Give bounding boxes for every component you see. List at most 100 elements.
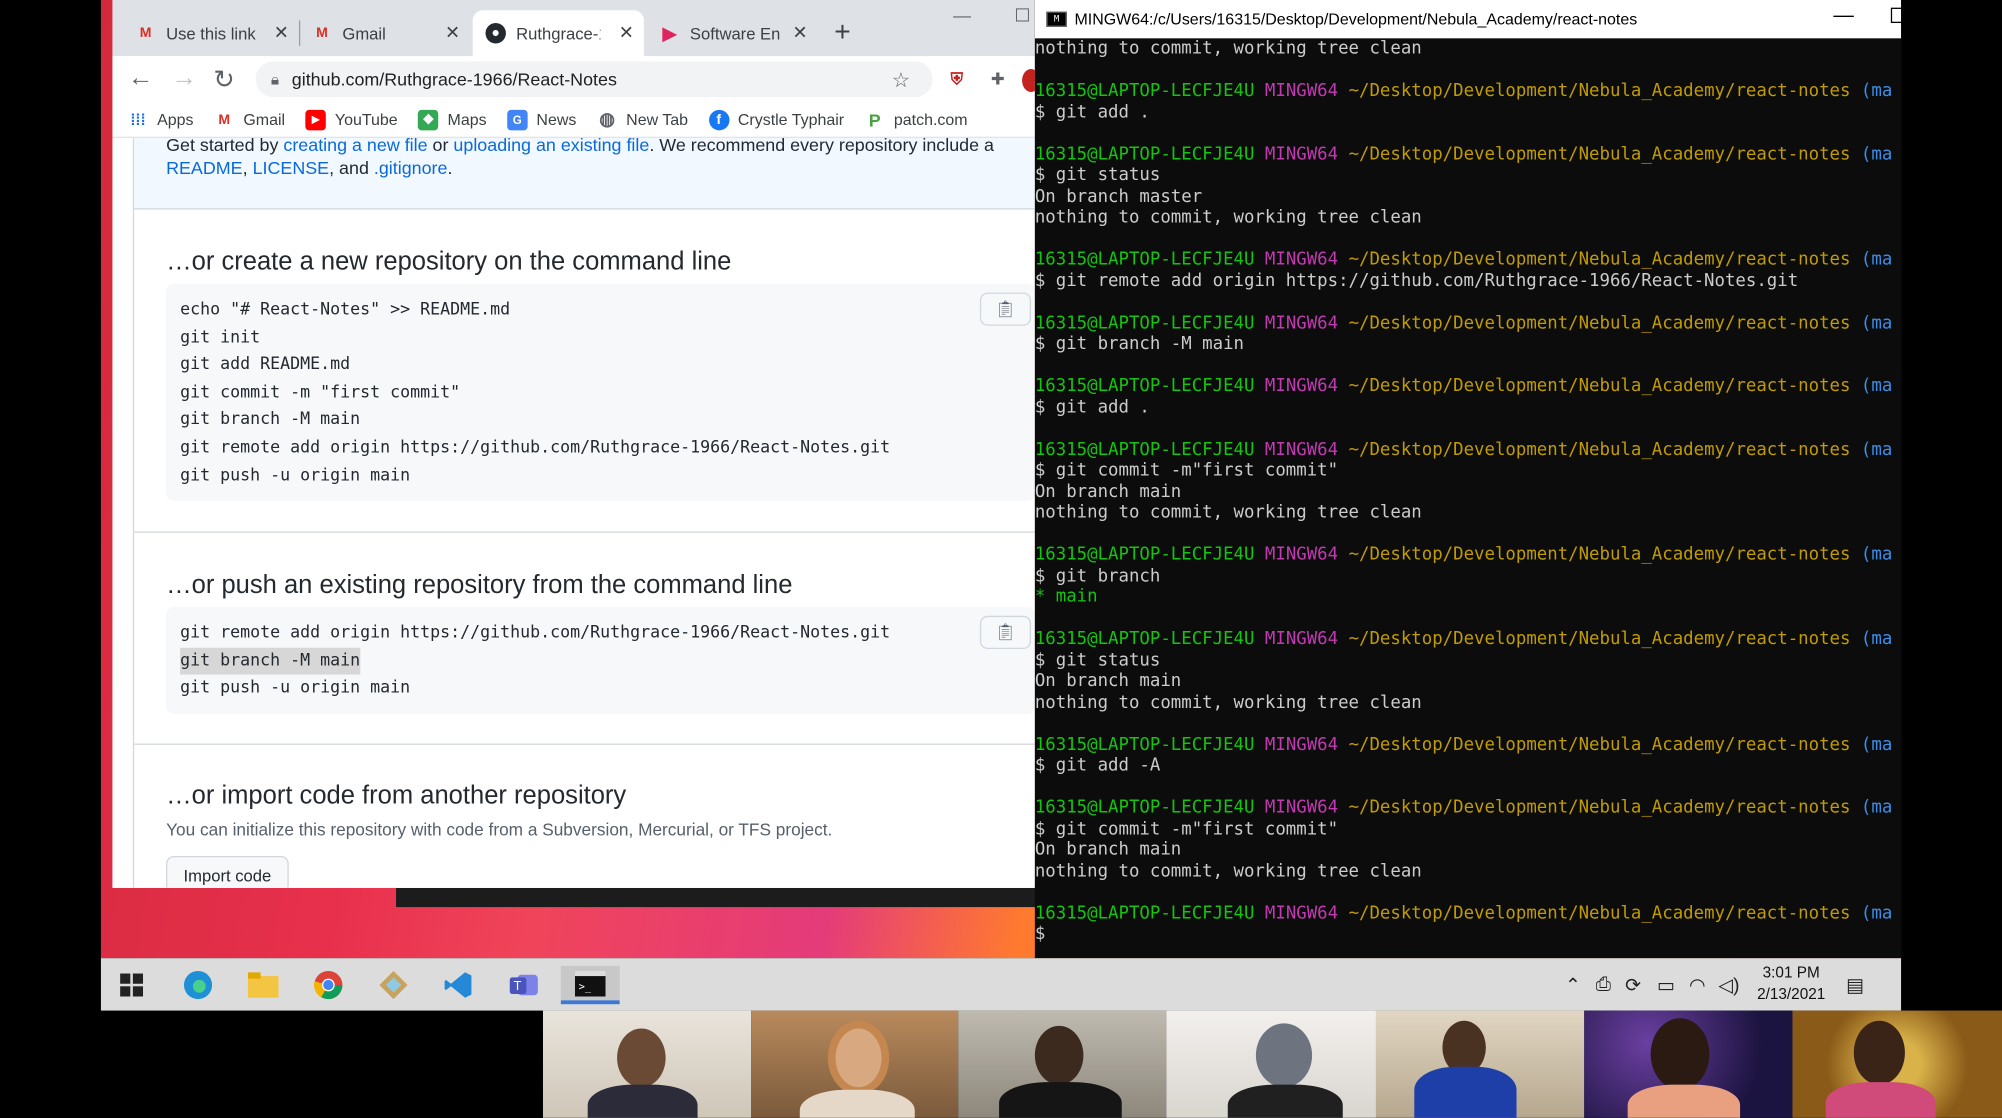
prompt-branch: (ma xyxy=(1860,733,1893,755)
file-explorer-icon[interactable] xyxy=(238,966,289,1004)
create-new-file-link[interactable]: creating a new file xyxy=(283,138,427,155)
code-line: git push -u origin main xyxy=(180,465,411,485)
terminal-command: $ git add . xyxy=(1034,396,1150,418)
close-tab-icon[interactable]: ✕ xyxy=(445,22,460,44)
facebook-icon: f xyxy=(708,109,729,130)
code-line-row: git push -u origin main xyxy=(180,462,1021,490)
extension-shield-icon[interactable]: ⛨ xyxy=(945,69,968,92)
chevron-up-icon[interactable]: ⌃ xyxy=(1565,974,1581,997)
maximize-icon[interactable] xyxy=(1890,7,1902,23)
code-line-row: git remote add origin https://github.com… xyxy=(180,434,1021,462)
code-line: git init xyxy=(180,327,261,347)
upload-file-link[interactable]: uploading an existing file xyxy=(453,138,649,155)
terminal-prompt: 16315@LAPTOP-LECFJE4U MINGW64 ~/Desktop/… xyxy=(1035,376,1901,397)
prompt-user: 16315@LAPTOP-LECFJE4U xyxy=(1034,544,1255,565)
import-code-button[interactable]: Import code xyxy=(166,855,289,888)
bookmark-label: Gmail xyxy=(243,110,286,129)
maximize-icon[interactable]: ☐ xyxy=(1014,5,1030,27)
prompt-user: 16315@LAPTOP-LECFJE4U xyxy=(1034,375,1255,397)
tab-title: Use this link xyxy=(166,23,256,43)
chrome-icon[interactable] xyxy=(303,966,354,1004)
import-section: …or import code from another repository … xyxy=(134,745,1035,888)
wifi-icon[interactable]: ◠ xyxy=(1689,974,1706,997)
gmail-icon: M xyxy=(218,111,231,128)
back-button[interactable]: ← xyxy=(128,64,154,93)
tab-github-active[interactable]: ● Ruthgrace-1 ✕ xyxy=(472,10,644,57)
quick-setup-intro: Get started by creating a new file or up… xyxy=(134,137,1035,210)
participant-head xyxy=(827,1020,890,1095)
extensions-puzzle-icon[interactable]: ✚ xyxy=(986,69,1009,92)
code-line: echo "# React-Notes" >> README.md xyxy=(180,300,511,320)
meet-now-icon[interactable]: ⎙ xyxy=(1596,974,1611,996)
code-lines: echo "# React-Notes" >> README.md git ini… xyxy=(180,296,1021,489)
terminal-output-line: nothing to commit, working tree clean xyxy=(1034,38,1422,59)
update-icon[interactable]: ⟳ xyxy=(1625,974,1641,997)
bookmark-youtube[interactable]: ▶ YouTube xyxy=(305,109,398,130)
terminal-output[interactable]: nothing to commit, working tree clean 163… xyxy=(1035,38,1901,944)
git-kraken-icon[interactable] xyxy=(368,966,419,1004)
prompt-user: 16315@LAPTOP-LECFJE4U xyxy=(1034,902,1255,924)
readme-link[interactable]: README xyxy=(166,157,243,177)
bookmark-news[interactable]: G News xyxy=(507,109,576,130)
vscode-icon[interactable] xyxy=(433,966,484,1004)
address-bar[interactable]: 🔒︎ github.com/Ruthgrace-1966/React-Notes xyxy=(255,61,933,98)
new-tab-button[interactable]: + xyxy=(834,15,850,48)
code-line-row: git branch -M main xyxy=(180,407,1021,435)
intro-sep: , and xyxy=(329,157,374,178)
edge-icon[interactable] xyxy=(172,966,223,1004)
prompt-path: ~/Desktop/Development/Nebula_Academy/rea… xyxy=(1348,733,1851,755)
reload-button[interactable]: ↻ xyxy=(213,64,234,96)
battery-icon[interactable]: ▭ xyxy=(1657,974,1675,997)
close-tab-icon[interactable]: ✕ xyxy=(619,22,634,44)
bookmark-crystle[interactable]: f Crystle Typhair xyxy=(708,109,844,130)
intro-mid: or xyxy=(427,137,454,155)
start-icon[interactable] xyxy=(106,966,157,1004)
terminal-output-line: nothing to commit, working tree clean xyxy=(1034,502,1422,523)
minimize-icon[interactable]: — xyxy=(953,5,971,25)
tab-title: Ruthgrace-1 xyxy=(516,23,601,43)
volume-icon[interactable]: ◁) xyxy=(1718,974,1739,997)
terminal-output-line: On branch main xyxy=(1034,839,1182,860)
bookmark-label: Apps xyxy=(157,110,194,129)
copy-button[interactable]: 📋︎ xyxy=(979,292,1032,326)
license-link[interactable]: LICENSE xyxy=(253,157,330,177)
participant-body xyxy=(1414,1066,1517,1118)
play-icon: ▶ xyxy=(662,22,677,43)
tab-gmail-link[interactable]: M Use this link ✕ xyxy=(123,10,299,56)
prompt-path: ~/Desktop/Development/Nebula_Academy/rea… xyxy=(1348,902,1851,924)
push-code-block: git remote add origin https://github.com… xyxy=(166,606,1035,715)
bookmark-patch[interactable]: Ppatch.com xyxy=(865,109,968,129)
teams-icon[interactable]: T xyxy=(498,966,549,1004)
close-tab-icon[interactable]: ✕ xyxy=(792,22,807,44)
terminal-icon[interactable]: >_ xyxy=(560,965,620,1005)
section-heading: …or create a new repository on the comma… xyxy=(166,247,732,276)
bookmark-gmail[interactable]: M Gmail xyxy=(214,109,285,129)
prompt-env: MINGW64 xyxy=(1264,797,1339,818)
code-line-row: git branch -M main xyxy=(180,647,1021,675)
clock-date: 2/13/2021 xyxy=(1757,985,1826,1003)
prompt-env: MINGW64 xyxy=(1264,143,1339,165)
profile-avatar[interactable] xyxy=(1022,68,1035,92)
bookmark-apps[interactable]: ⁞⁞⁞ Apps xyxy=(128,109,194,129)
tab-gmail[interactable]: M Gmail ✕ xyxy=(299,10,470,56)
notifications-icon[interactable]: ▤ xyxy=(1846,974,1864,997)
forward-button[interactable]: → xyxy=(171,64,197,93)
terminal-output-line: nothing to commit, working tree clean xyxy=(1034,860,1422,881)
taskbar-clock[interactable]: 3:01 PM 2/13/2021 xyxy=(1746,962,1835,1005)
prompt-path: ~/Desktop/Development/Nebula_Academy/rea… xyxy=(1348,438,1851,460)
close-tab-icon[interactable]: ✕ xyxy=(274,22,289,44)
code-line-row: git commit -m "first commit" xyxy=(180,379,1021,407)
copy-button[interactable]: 📋︎ xyxy=(979,615,1032,650)
tab-software-eng[interactable]: ▶ Software Eng ✕ xyxy=(646,10,817,56)
gitignore-link[interactable]: .gitignore xyxy=(374,157,448,177)
bookmark-star-icon[interactable]: ☆ xyxy=(892,68,910,94)
code-line: git branch -M main xyxy=(180,410,361,430)
section-heading: …or import code from another repository xyxy=(166,781,627,810)
bookmark-new-tab[interactable]: ◍ New Tab xyxy=(597,109,688,129)
bookmark-maps[interactable]: ◆ Maps xyxy=(418,109,487,130)
minimize-icon[interactable]: — xyxy=(1833,5,1853,28)
